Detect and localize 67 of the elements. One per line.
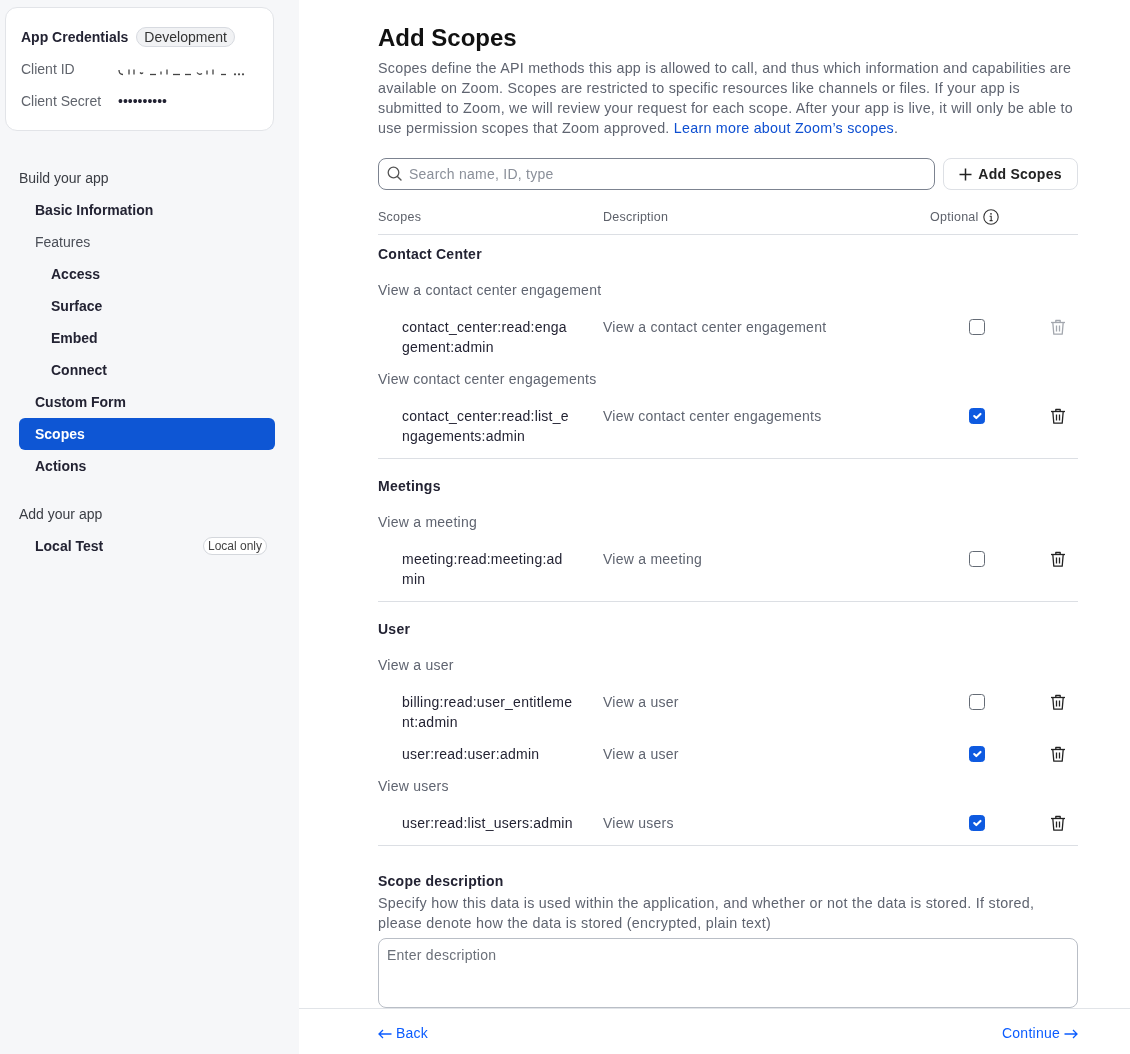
sidebar-item[interactable]: Surface <box>19 290 275 322</box>
sidebar-item[interactable]: Embed <box>19 322 275 354</box>
scope-description: View contact center engagements <box>603 408 822 424</box>
info-icon[interactable] <box>982 209 999 225</box>
sidebar-item[interactable]: Scopes <box>19 418 275 450</box>
group-title: User <box>378 620 412 639</box>
description-field[interactable]: Enter description <box>378 938 1078 1008</box>
search-icon <box>387 166 402 181</box>
trash-icon[interactable] <box>1050 551 1066 568</box>
optional-checkbox[interactable] <box>969 694 985 710</box>
column-header: Optional <box>930 209 979 226</box>
scope-name: user:read:list_users:admin <box>402 814 574 833</box>
scope-name: user:read:user:admin <box>402 745 541 764</box>
field-label: Client ID <box>21 60 76 79</box>
trash-icon[interactable] <box>1050 815 1066 832</box>
back-link[interactable]: Back <box>378 1023 429 1044</box>
scope-description: View a contact center engagement <box>603 319 827 335</box>
subgroup-label: View a meeting <box>378 513 478 532</box>
sidebar-item[interactable]: Connect <box>19 354 275 386</box>
sidebar-item[interactable]: Features <box>19 226 275 258</box>
field-label: Client Secret <box>21 92 103 111</box>
subgroup-label: View users <box>378 777 450 796</box>
page-title: Add Scopes <box>378 23 518 53</box>
trash-icon[interactable] <box>1050 694 1066 711</box>
arrow-right-icon <box>1064 1028 1078 1039</box>
credentials-title: App Credentials <box>21 28 129 47</box>
scope-description: View a meeting <box>603 551 702 567</box>
group-title: Meetings <box>378 477 442 496</box>
scope-name: contact_center:read:list_engagements:admin <box>402 407 570 446</box>
subgroup-label: View a user <box>378 656 455 675</box>
field-value: •••••••••• <box>118 92 167 111</box>
plus-icon <box>959 167 973 181</box>
trash-icon[interactable] <box>1050 408 1066 425</box>
environment-badge: Development <box>136 27 235 47</box>
column-header: Description <box>603 210 669 224</box>
optional-checkbox[interactable] <box>969 815 985 831</box>
sidebar-item[interactable]: Custom Form <box>19 386 275 418</box>
section-label: Scope description <box>378 872 505 891</box>
optional-checkbox[interactable] <box>969 551 985 567</box>
add-scopes-button[interactable]: Add Scopes <box>943 158 1078 190</box>
optional-checkbox[interactable] <box>969 319 985 335</box>
status-badge: Local only <box>202 537 267 555</box>
arrow-left-icon <box>378 1028 392 1039</box>
column-header: Scopes <box>378 210 422 224</box>
intro-text: Scopes define the API methods this app is allowed to call, and thus which information and capabilities are available on Zoom. Scopes are restricted to specific resources like channels or files. If your app is submitted to Zoom, we will review your request for each scope. After your app is live, it will only be able to use permission scopes that Zoom approved. Learn more about Zoom’s scopes. <box>378 59 1074 138</box>
trash-icon[interactable] <box>1050 746 1066 763</box>
sidebar-item[interactable]: Actions <box>19 450 275 482</box>
section-heading: Build your app <box>19 169 110 188</box>
group-title: Contact Center <box>378 245 483 264</box>
help-text: Specify how this data is used within the application, and whether or not the data is stored. If stored, please denote how the data is stored (encrypted, plain text) <box>378 894 1036 933</box>
scope-name: billing:read:user_entitlement:admin <box>402 693 574 732</box>
scope-name: contact_center:read:engagement:admin <box>402 318 568 357</box>
scope-description: View a user <box>603 746 679 762</box>
optional-checkbox[interactable] <box>969 746 985 762</box>
sidebar-item[interactable]: Access <box>19 258 275 290</box>
subgroup-label: View a contact center engagement <box>378 281 603 300</box>
sidebar-item[interactable]: Local Test Local only <box>19 530 275 562</box>
scope-description: View users <box>603 815 674 831</box>
search-field[interactable]: Search name, ID, type <box>378 158 935 190</box>
sidebar-item[interactable]: Basic Information <box>19 194 275 226</box>
section-heading: Add your app <box>19 505 104 524</box>
subgroup-label: View contact center engagements <box>378 370 598 389</box>
scope-name: meeting:read:meeting:admin <box>402 550 564 589</box>
optional-checkbox[interactable] <box>969 408 985 424</box>
scope-description: View a user <box>603 694 679 710</box>
learn-more-link[interactable]: Learn more about Zoom’s scopes <box>673 120 894 136</box>
continue-link[interactable]: Continue <box>1001 1023 1078 1044</box>
